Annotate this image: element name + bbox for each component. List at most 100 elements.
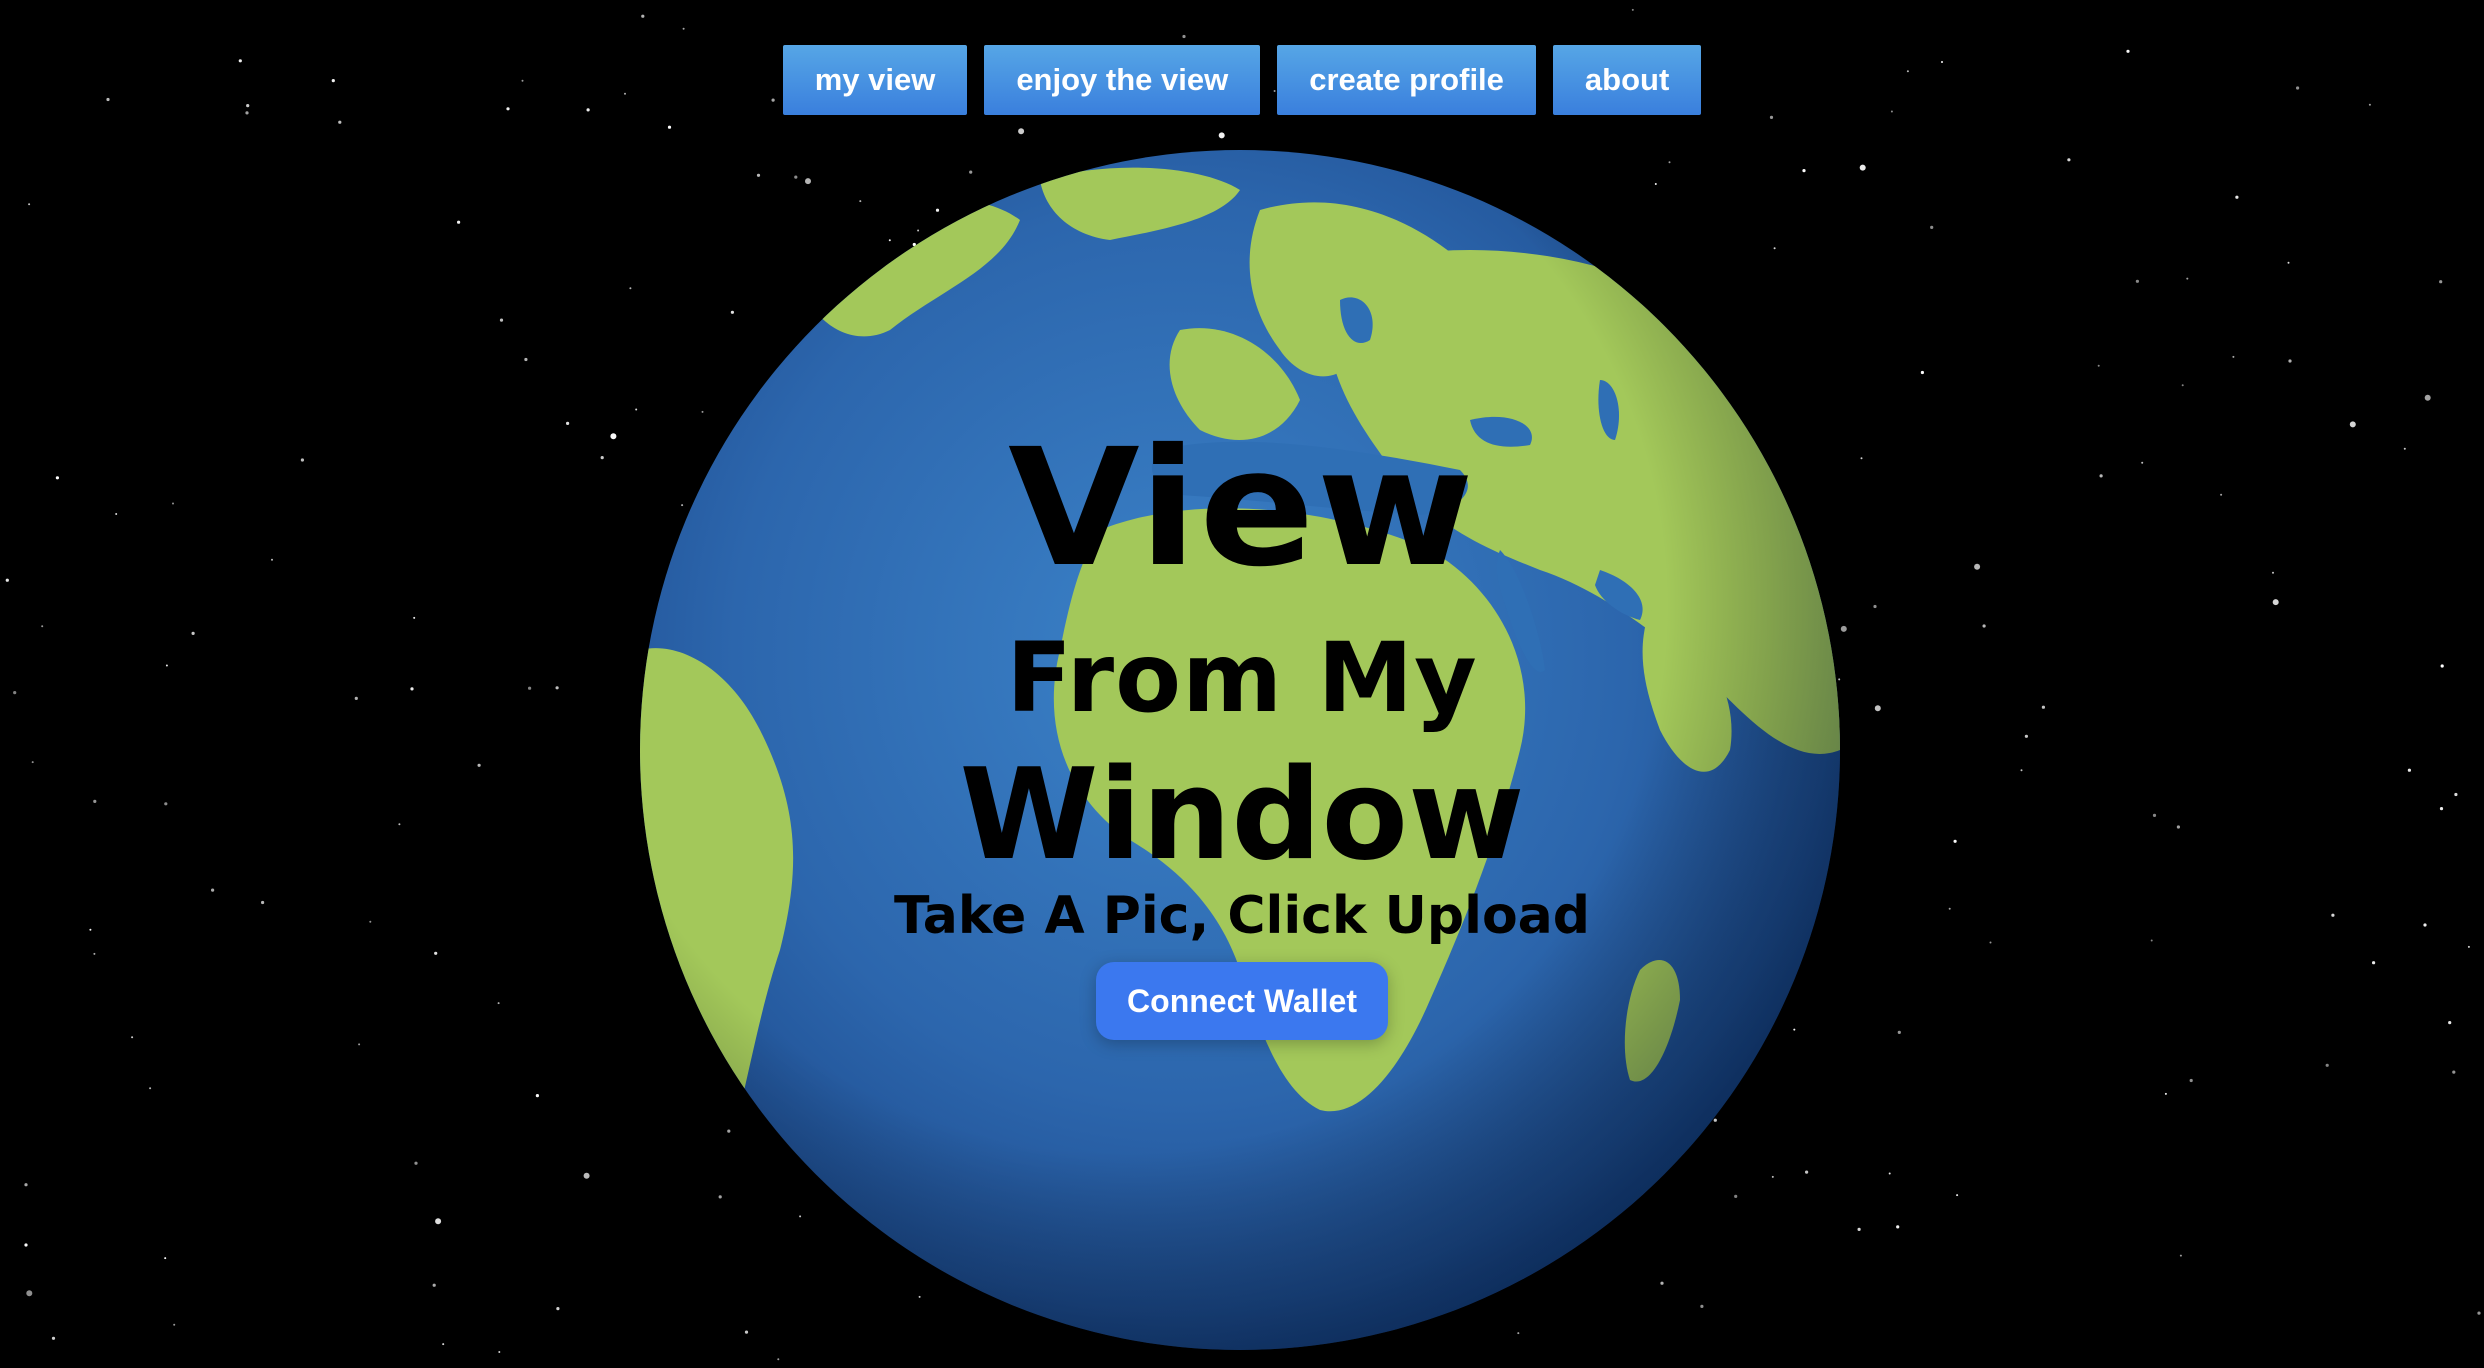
star [398, 823, 401, 826]
star [497, 1002, 500, 1005]
earth-globe-icon [640, 150, 1840, 1350]
star [164, 1257, 167, 1260]
star [1874, 705, 1881, 712]
star [1873, 604, 1877, 609]
star [2164, 1092, 2167, 1095]
star [1982, 624, 1986, 628]
star [524, 357, 528, 362]
nav-create-profile-button[interactable]: create profile [1277, 45, 1536, 115]
star [2235, 195, 2239, 199]
star [413, 616, 416, 619]
star [1218, 132, 1225, 139]
star [528, 686, 532, 690]
star [432, 1283, 436, 1287]
star [2220, 493, 2223, 496]
star [2150, 939, 2153, 942]
star [2403, 447, 2406, 450]
star [2135, 279, 2139, 283]
star [1769, 115, 1774, 119]
star [93, 952, 96, 955]
star [600, 456, 604, 460]
star [1860, 457, 1863, 460]
connect-wallet-button[interactable]: Connect Wallet [1096, 962, 1388, 1040]
star [271, 558, 273, 561]
star [2467, 945, 2470, 948]
top-nav: my view enjoy the view create profile ab… [0, 45, 2484, 115]
star [2272, 599, 2279, 606]
star [566, 421, 570, 425]
star [2325, 1063, 2329, 1067]
star [1920, 370, 1924, 375]
star [1888, 1172, 1891, 1175]
star [1859, 164, 1866, 171]
star [1857, 1227, 1861, 1231]
star [338, 120, 342, 124]
star [610, 433, 617, 440]
star [55, 476, 60, 480]
star [2287, 261, 2290, 264]
star [555, 686, 559, 690]
star [2272, 571, 2274, 574]
star [1840, 625, 1847, 632]
star [1182, 34, 1186, 39]
star [635, 408, 638, 411]
star [2349, 421, 2356, 428]
star [191, 631, 195, 636]
star [556, 1307, 560, 1311]
star [2189, 1078, 2193, 1083]
star [24, 1243, 28, 1247]
star [414, 1161, 418, 1165]
star [2097, 364, 2100, 367]
star [2452, 1070, 2456, 1074]
star [51, 1336, 56, 1340]
star [2439, 807, 2444, 811]
star [2141, 461, 2144, 464]
star [583, 1172, 590, 1179]
star [434, 951, 438, 955]
star [261, 900, 265, 905]
star [2232, 355, 2235, 358]
star [457, 220, 461, 224]
star [777, 1358, 780, 1361]
star [1948, 907, 1951, 910]
star [1897, 1030, 1901, 1034]
star [1930, 225, 1934, 229]
star [2020, 769, 2023, 772]
star [24, 1183, 28, 1187]
star [211, 888, 215, 892]
star [26, 1290, 33, 1297]
star [5, 578, 9, 582]
star [2041, 705, 2045, 709]
star [1953, 839, 1957, 843]
star [165, 664, 168, 667]
star [149, 1087, 152, 1090]
nav-my-view-button[interactable]: my view [782, 45, 968, 115]
star [667, 125, 672, 129]
star [93, 799, 97, 804]
star [499, 318, 504, 322]
nav-about-button[interactable]: about [1552, 45, 1702, 115]
star [28, 203, 31, 206]
star [2181, 384, 2184, 387]
star [2407, 768, 2411, 772]
star [13, 691, 17, 695]
star [2477, 1311, 2481, 1315]
star [2024, 734, 2028, 738]
nav-enjoy-the-view-button[interactable]: enjoy the view [984, 45, 1261, 115]
star [2099, 474, 2103, 478]
star [358, 1043, 361, 1046]
star [1896, 1225, 1900, 1229]
star [410, 687, 414, 691]
star [131, 1036, 134, 1039]
star [2423, 923, 2427, 927]
star [2152, 813, 2157, 818]
star [2179, 1254, 2182, 1257]
star [41, 625, 44, 628]
star [1631, 8, 1634, 11]
star [31, 761, 34, 764]
star [2186, 277, 2189, 280]
star [442, 1343, 445, 1346]
star [2454, 792, 2458, 797]
star [535, 1094, 540, 1098]
star [1989, 941, 1992, 944]
